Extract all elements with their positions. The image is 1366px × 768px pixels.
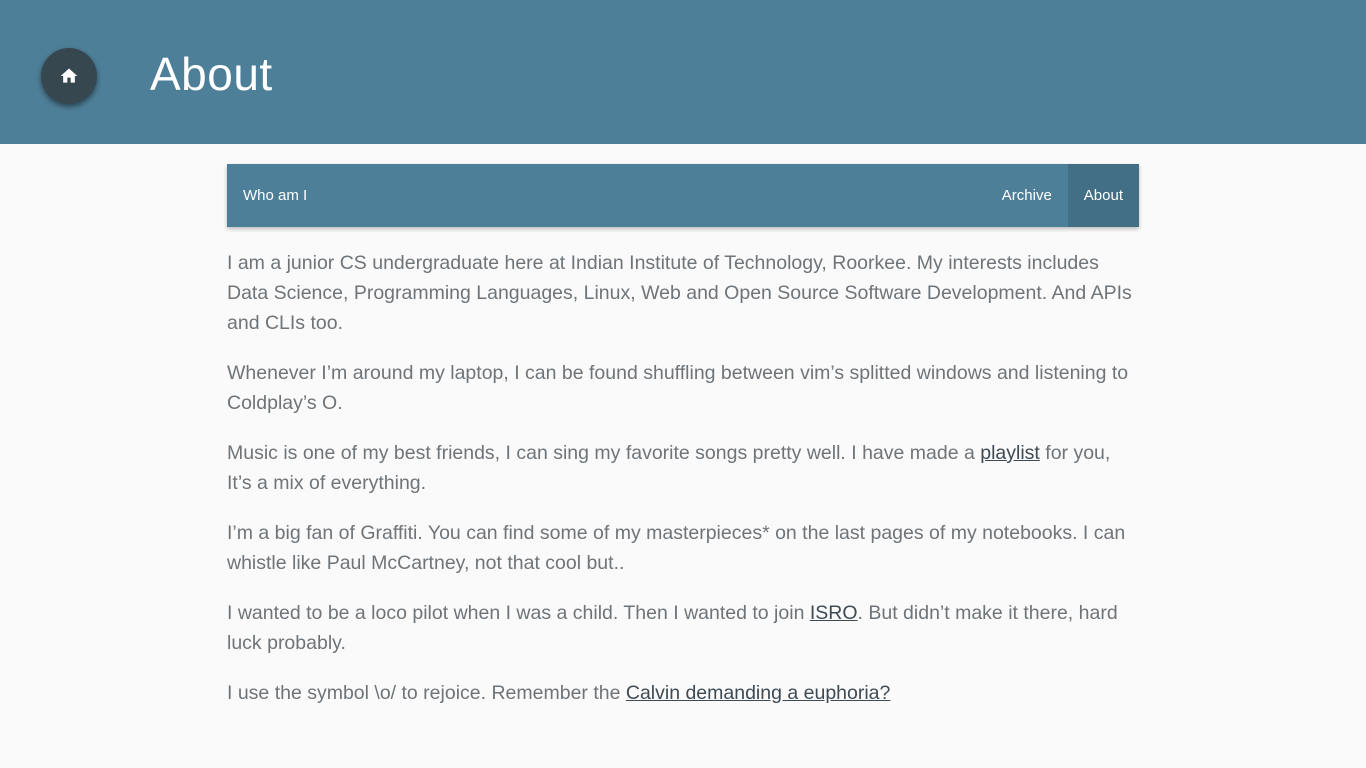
paragraph-laptop: Whenever I’m around my laptop, I can be … <box>227 362 1129 414</box>
paragraph-rejoice: I use the symbol \o/ to rejoice. Remembe… <box>227 678 1139 708</box>
navbar: Who am I Archive About <box>227 164 1139 227</box>
paragraph-graffiti: I’m a big fan of Graffiti. You can find … <box>227 522 1126 574</box>
nav-links: Archive About <box>986 164 1139 227</box>
paragraph-music-text: Music is one of my best friends, I can s… <box>227 442 981 464</box>
paragraph-childhood: I wanted to be a loco pilot when I was a… <box>227 598 1139 658</box>
page-header: About <box>0 0 1366 144</box>
nav-link-archive[interactable]: Archive <box>986 164 1068 227</box>
paragraph-childhood-text: I wanted to be a loco pilot when I was a… <box>227 602 810 624</box>
nav-link-about[interactable]: About <box>1067 164 1139 227</box>
playlist-link[interactable]: playlist <box>980 442 1040 464</box>
home-icon <box>59 66 79 86</box>
page-title: About <box>150 48 273 100</box>
navbar-brand-link[interactable]: Who am I <box>243 164 307 227</box>
paragraph-intro: I am a junior CS undergraduate here at I… <box>227 252 1132 334</box>
home-button[interactable] <box>41 48 97 104</box>
about-content: I am a junior CS undergraduate here at I… <box>227 248 1139 728</box>
calvin-euphoria-link[interactable]: Calvin demanding a euphoria? <box>626 682 891 704</box>
paragraph-rejoice-text: I use the symbol \o/ to rejoice. Remembe… <box>227 682 626 704</box>
isro-link[interactable]: ISRO <box>810 602 858 624</box>
paragraph-music: Music is one of my best friends, I can s… <box>227 438 1139 498</box>
